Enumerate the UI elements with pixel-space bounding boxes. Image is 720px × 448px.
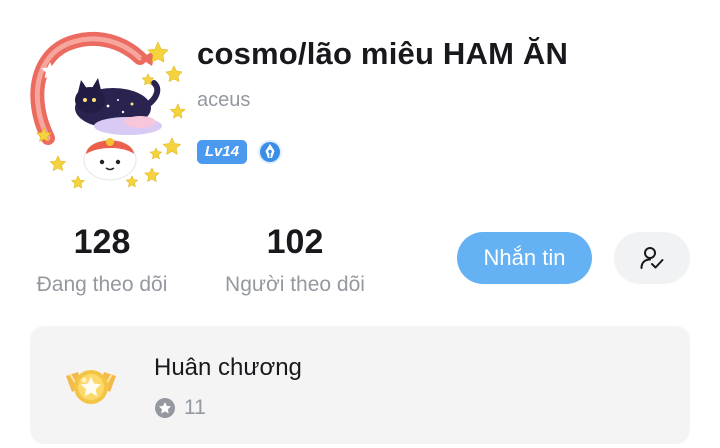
avatar[interactable]	[28, 28, 190, 190]
message-button[interactable]: Nhắn tin	[457, 232, 592, 284]
followers-label: Người theo dõi	[225, 273, 365, 296]
verified-pen-icon[interactable]	[257, 139, 283, 165]
following-label: Đang theo dõi	[36, 273, 168, 296]
profile-nickname: cosmo/lão miêu HAM ĂN	[197, 36, 569, 71]
profile-page: cosmo/lão miêu HAM ĂN aceus Lv14 128 Đan…	[0, 0, 720, 448]
following-stat[interactable]: 128 Đang theo dõi	[30, 222, 174, 298]
medal-count: 11	[184, 396, 206, 419]
followers-count: 102	[266, 223, 324, 261]
following-count: 128	[73, 223, 131, 261]
medal-title: Huân chương	[154, 354, 302, 381]
profile-username: aceus	[197, 89, 251, 111]
medal-card[interactable]: Huân chương 11	[30, 326, 690, 444]
medal-icon	[62, 362, 120, 412]
medal-count-row: 11	[154, 396, 206, 420]
profile-card: cosmo/lão miêu HAM ĂN aceus Lv14 128 Đan…	[0, 0, 720, 448]
level-badge: Lv14	[197, 140, 247, 164]
avatar-frame-icon	[30, 31, 186, 189]
user-check-icon	[640, 247, 664, 269]
star-circle-icon	[155, 398, 175, 418]
followers-stat[interactable]: 102 Người theo dõi	[218, 222, 372, 298]
follow-status-button[interactable]	[614, 232, 690, 284]
